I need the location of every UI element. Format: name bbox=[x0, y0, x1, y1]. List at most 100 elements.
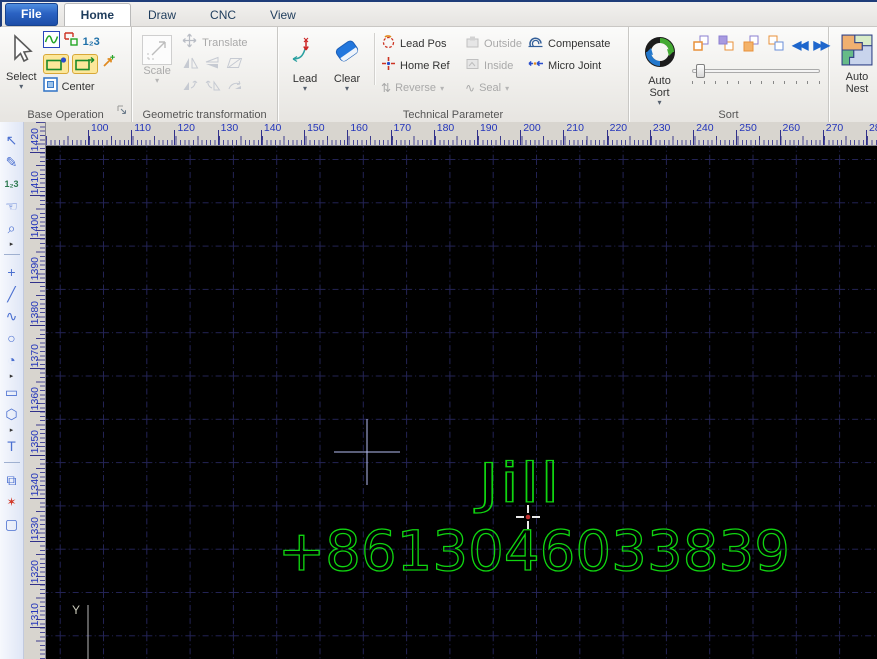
sort-bring-forward-icon[interactable] bbox=[692, 34, 710, 57]
lead-dropdown-caret[interactable]: ▾ bbox=[303, 85, 307, 93]
scale-dropdown-caret[interactable]: ▾ bbox=[155, 77, 159, 85]
ruler-tick bbox=[260, 130, 262, 145]
tab-cnc[interactable]: CNC bbox=[193, 3, 253, 26]
mirror-horizontal-icon[interactable] bbox=[182, 56, 199, 75]
outside-icon bbox=[465, 35, 480, 54]
center-icon bbox=[42, 77, 58, 97]
select-tool-icon[interactable]: ↖ bbox=[2, 129, 22, 151]
center-button[interactable]: Center bbox=[42, 77, 115, 97]
show-number-icon[interactable]: 1₂3 bbox=[83, 36, 100, 48]
zoom-options[interactable]: ▸ bbox=[2, 239, 22, 249]
compensate-button[interactable]: Compensate bbox=[527, 34, 627, 54]
sort-bring-front-icon[interactable] bbox=[742, 34, 760, 57]
slider-track[interactable] bbox=[692, 69, 821, 73]
ruler-value: 210 bbox=[566, 122, 584, 134]
polygon-tool-icon[interactable]: ⬡ bbox=[2, 403, 22, 425]
arc-tool-icon[interactable]: ∿ bbox=[2, 305, 22, 327]
micro-joint-button[interactable]: Micro Joint bbox=[527, 57, 627, 75]
reverse-button[interactable]: ⇅ Reverse ▾ bbox=[381, 81, 465, 95]
shape-text-name[interactable]: Jill bbox=[473, 451, 560, 515]
auto-sort-dropdown-caret[interactable]: ▾ bbox=[658, 99, 662, 107]
rotate-left-icon[interactable] bbox=[182, 78, 199, 97]
quick-adjust-icon[interactable] bbox=[101, 54, 115, 74]
ruler-tick bbox=[30, 195, 45, 197]
ruler-tick bbox=[30, 152, 45, 153]
combine-tool-icon[interactable]: ⧉ bbox=[2, 469, 22, 491]
fillet-tool-icon[interactable]: ▢ bbox=[2, 513, 22, 535]
ruler-value: 1350 bbox=[29, 430, 41, 454]
select-button[interactable]: Select ▾ bbox=[6, 31, 37, 97]
zoom-tool-icon[interactable]: ⌕ bbox=[2, 217, 22, 239]
sort-step-back-button[interactable]: ◀◀ bbox=[792, 38, 809, 52]
show-cut-direction-button[interactable] bbox=[71, 54, 98, 74]
ruler-tick bbox=[30, 584, 45, 586]
auto-sort-button[interactable]: Auto Sort ▾ bbox=[637, 31, 682, 107]
tab-home[interactable]: Home bbox=[63, 3, 132, 26]
inside-button[interactable]: Inside bbox=[465, 57, 527, 76]
sort-send-backward-icon[interactable] bbox=[717, 34, 735, 57]
reverse-icon: ⇅ bbox=[381, 81, 392, 95]
ruler-value: 200 bbox=[523, 122, 541, 134]
auto-nest-button[interactable]: Auto Nest bbox=[837, 31, 877, 95]
clear-dropdown-caret[interactable]: ▾ bbox=[345, 85, 349, 93]
show-path-direction-icon[interactable] bbox=[42, 31, 60, 53]
wand-tool-icon[interactable]: ✶ bbox=[2, 491, 22, 513]
node-edit-tool-icon[interactable]: ✎ bbox=[2, 151, 22, 173]
point-tool-icon[interactable]: + bbox=[2, 261, 22, 283]
ruler-value: 110 bbox=[134, 122, 151, 134]
y-axis-label: Y bbox=[72, 603, 80, 617]
mirror-vertical-icon[interactable] bbox=[204, 56, 221, 75]
ruler-tick bbox=[30, 411, 45, 413]
compensate-icon bbox=[527, 34, 544, 54]
ruler-value: 1360 bbox=[29, 386, 41, 411]
toolbar-separator bbox=[3, 462, 20, 463]
shape-text-phone[interactable]: +8613046033839 bbox=[277, 518, 790, 583]
home-ref-button[interactable]: Home Ref bbox=[381, 56, 465, 76]
line-tool-icon[interactable]: ╱ bbox=[2, 283, 22, 305]
numbering-tool-icon[interactable]: 1₂3 bbox=[2, 173, 22, 195]
lead-pos-button[interactable]: Lead Pos bbox=[381, 34, 465, 54]
ruler-value: 220 bbox=[609, 122, 628, 134]
select-dropdown-caret[interactable]: ▾ bbox=[19, 83, 23, 91]
base-operation-dialog-launcher[interactable] bbox=[117, 102, 127, 120]
ruler-tick bbox=[30, 238, 45, 240]
pie-tool-icon[interactable]: ◔ bbox=[2, 349, 22, 371]
pie-options[interactable]: ▸ bbox=[2, 371, 22, 381]
lead-button[interactable]: Lead ▾ bbox=[284, 31, 326, 99]
rect-tool-icon[interactable]: ▭ bbox=[2, 381, 22, 403]
drawing-toolbar: ↖ ✎ 1₂3 ☜ ⌕ ▸ + ╱ ∿ ○ ◔ ▸ ▭ ⬡ ▸ T ⧉ ✶ ▢ bbox=[0, 122, 24, 659]
rotate-right-icon[interactable] bbox=[204, 78, 221, 97]
tab-view[interactable]: View bbox=[253, 3, 313, 26]
rotate-any-icon[interactable] bbox=[226, 78, 243, 97]
ruler-value: 1420 bbox=[29, 127, 41, 151]
reverse-dropdown-caret[interactable]: ▾ bbox=[440, 84, 444, 92]
circle-tool-icon[interactable]: ○ bbox=[2, 327, 22, 349]
skew-icon[interactable] bbox=[226, 56, 243, 75]
display-order-icon[interactable] bbox=[63, 31, 80, 53]
sort-step-forward-button[interactable]: ▶▶ bbox=[814, 38, 831, 52]
seal-dropdown-caret[interactable]: ▾ bbox=[505, 84, 509, 92]
ruler-tick bbox=[433, 130, 435, 145]
ruler-tick bbox=[563, 130, 565, 145]
tab-file[interactable]: File bbox=[5, 2, 58, 26]
tab-draw[interactable]: Draw bbox=[131, 3, 193, 26]
slider-thumb[interactable] bbox=[696, 64, 706, 78]
ruler-tick bbox=[390, 130, 392, 145]
translate-button[interactable]: Translate bbox=[182, 32, 248, 54]
outside-button[interactable]: Outside bbox=[465, 35, 527, 54]
text-tool-icon[interactable]: T bbox=[2, 435, 22, 457]
drawing-canvas[interactable]: Y Jill +8613046033839 bbox=[46, 146, 877, 659]
show-start-point-button[interactable] bbox=[42, 54, 69, 74]
ruler-value: 160 bbox=[350, 122, 368, 134]
clear-button[interactable]: Clear ▾ bbox=[326, 31, 368, 99]
seal-button[interactable]: ∿ Seal ▾ bbox=[465, 81, 527, 95]
lead-icon bbox=[290, 34, 320, 73]
polygon-options[interactable]: ▸ bbox=[2, 425, 22, 435]
pan-tool-icon[interactable]: ☜ bbox=[2, 195, 22, 217]
sort-step-slider[interactable] bbox=[692, 63, 821, 79]
sort-send-back-icon[interactable] bbox=[767, 34, 785, 57]
scale-button[interactable]: Scale ▾ bbox=[142, 32, 173, 98]
group-nest: Auto Nest bbox=[829, 27, 877, 122]
scale-icon bbox=[142, 35, 173, 65]
ruler-value: 150 bbox=[307, 122, 325, 134]
